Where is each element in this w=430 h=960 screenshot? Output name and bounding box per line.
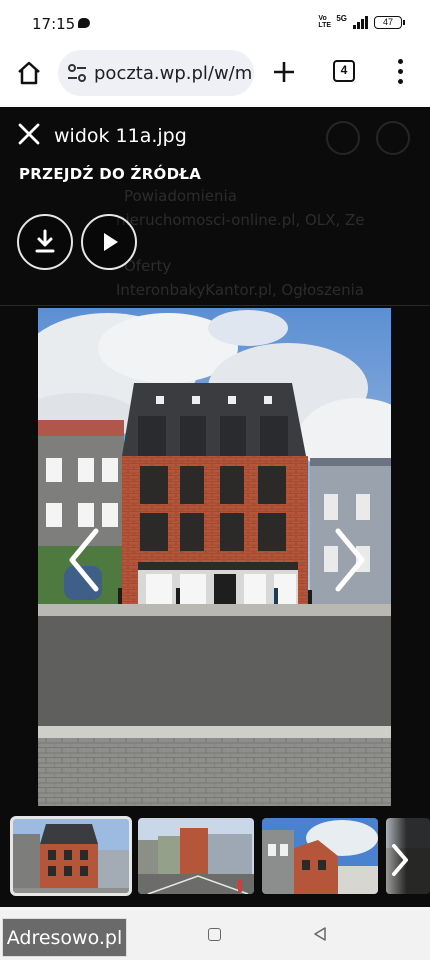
background-avatar [376, 121, 410, 155]
network-type: 5G [336, 13, 347, 23]
url-text: poczta.wp.pl/w/m [94, 63, 253, 84]
home-nav-icon[interactable] [208, 928, 221, 941]
go-to-source-link[interactable]: PRZEJDŹ DO ŹRÓDŁA [19, 165, 201, 183]
thumbnail-item[interactable] [262, 818, 378, 894]
plus-icon [274, 62, 294, 82]
close-button[interactable] [16, 121, 42, 147]
status-icons: Vo LTE 5G 47 [318, 13, 405, 29]
download-icon [35, 229, 55, 253]
background-email-line: Powiadomienia [124, 187, 237, 205]
home-button[interactable] [14, 58, 44, 88]
browser-toolbar: poczta.wp.pl/w/m 4 [0, 46, 430, 106]
chevron-left-icon [69, 528, 99, 592]
tabs-icon[interactable]: 4 [333, 60, 355, 82]
site-settings-icon[interactable] [66, 63, 88, 83]
back-nav-icon[interactable] [312, 926, 328, 942]
more-vert-icon[interactable] [390, 58, 410, 86]
play-icon [104, 233, 118, 251]
volte-indicator: Vo LTE [318, 15, 332, 29]
image-viewer: Powiadomienia nieruchomosci-online.pl, O… [0, 107, 430, 907]
thumbnail-item[interactable] [10, 816, 132, 896]
home-icon [18, 61, 40, 85]
slideshow-button[interactable] [81, 214, 137, 270]
chevron-right-icon [335, 528, 365, 592]
thumbnail-scroll-right-button[interactable] [378, 814, 430, 907]
thumbnail-item[interactable] [138, 818, 254, 894]
thumbnail-image [12, 818, 130, 894]
divider [0, 305, 430, 306]
download-button[interactable] [17, 214, 73, 270]
battery-icon: 47 [374, 15, 405, 29]
watermark-label: Adresowo.pl [2, 918, 127, 957]
background-email-line: nieruchomosci-online.pl, OLX, Ze [116, 211, 365, 229]
new-tab-button[interactable] [270, 58, 298, 86]
background-search-icon [326, 121, 360, 155]
thumbnail-image [262, 818, 378, 894]
system-navigation-bar: Adresowo.pl [0, 907, 430, 960]
thumbnail-image [138, 818, 254, 894]
background-email-line: InteronbakyKantor.pl, Ogłoszenia [116, 281, 364, 299]
signal-icon [353, 15, 368, 29]
chat-bubble-icon [78, 18, 90, 28]
status-time: 17:15 [32, 15, 76, 33]
thumbnail-strip [0, 814, 430, 907]
chevron-right-icon [392, 844, 408, 876]
next-image-button[interactable] [330, 525, 370, 595]
address-bar[interactable]: poczta.wp.pl/w/m [58, 50, 254, 96]
status-bar: 17:15 Vo LTE 5G 47 [0, 0, 430, 46]
image-filename: widok 11a.jpg [54, 125, 187, 147]
close-icon [18, 123, 40, 145]
previous-image-button[interactable] [64, 525, 104, 595]
